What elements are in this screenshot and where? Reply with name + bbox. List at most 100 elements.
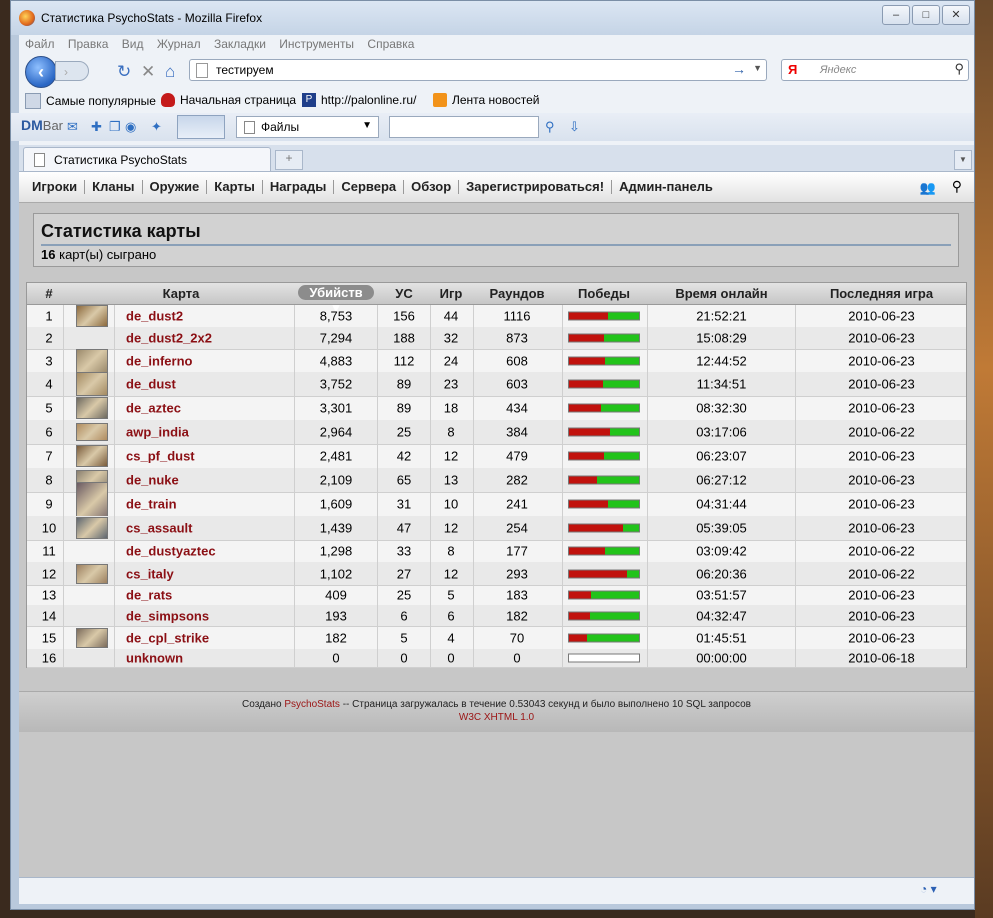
map-link[interactable]: de_cpl_strike bbox=[126, 630, 209, 645]
map-thumbnail[interactable] bbox=[76, 348, 108, 373]
map-link[interactable]: cs_assault bbox=[126, 521, 193, 536]
addon-icon[interactable]: ◔ ▾ bbox=[920, 882, 954, 900]
nav-admin[interactable]: Админ-панель bbox=[612, 180, 720, 194]
menu-bookmarks[interactable]: Закладки bbox=[214, 37, 266, 51]
menu-tools[interactable]: Инструменты bbox=[279, 37, 354, 51]
search-icon[interactable]: ⚲ bbox=[954, 61, 964, 77]
new-tab-button[interactable]: + bbox=[275, 150, 303, 170]
map-thumbnail[interactable] bbox=[76, 445, 108, 467]
search-input[interactable]: Я Яндекс ⚲ bbox=[781, 59, 969, 81]
chat-icon[interactable]: ✉ bbox=[67, 119, 83, 135]
cell-games: 18 bbox=[443, 400, 459, 416]
win-ratio-bar bbox=[568, 499, 640, 509]
map-link[interactable]: de_dustyaztec bbox=[126, 544, 216, 559]
bookmark-popular[interactable]: Самые популярные bbox=[25, 93, 156, 109]
col-games[interactable]: Игр bbox=[431, 286, 471, 301]
col-rank[interactable]: # bbox=[39, 286, 59, 301]
map-link[interactable]: de_rats bbox=[126, 588, 172, 603]
map-link[interactable]: cs_italy bbox=[126, 566, 174, 581]
tab-psychostats[interactable]: Статистика PsychoStats bbox=[23, 147, 271, 171]
magnifier-icon[interactable]: ⚲ bbox=[545, 119, 561, 135]
table-row: 4 3,752 89 23 603 11:34:51 2010-06-23 de_dust bbox=[27, 372, 966, 397]
psychostats-link[interactable]: PsychoStats bbox=[284, 699, 340, 710]
menu-help[interactable]: Справка bbox=[367, 37, 414, 51]
map-thumbnail[interactable] bbox=[76, 563, 108, 584]
map-link[interactable]: awp_india bbox=[126, 425, 189, 440]
add-icon[interactable]: ✚ bbox=[91, 119, 107, 135]
nav-clans[interactable]: Кланы bbox=[85, 180, 143, 194]
nav-servers[interactable]: Сервера bbox=[334, 180, 405, 194]
nav-register[interactable]: Зарегистрироваться! bbox=[459, 180, 613, 194]
forward-button[interactable]: › bbox=[55, 61, 89, 81]
dmbar-input[interactable] bbox=[389, 116, 539, 138]
go-arrow-icon[interactable]: → bbox=[732, 61, 746, 77]
col-online[interactable]: Время онлайн bbox=[648, 286, 795, 301]
map-link[interactable]: unknown bbox=[126, 651, 183, 666]
map-link[interactable]: de_aztec bbox=[126, 401, 181, 416]
cell-kills: 182 bbox=[325, 630, 347, 645]
map-thumbnail[interactable] bbox=[76, 305, 108, 327]
win-ratio-fill bbox=[569, 428, 610, 436]
map-link[interactable]: de_dust2_2x2 bbox=[126, 331, 212, 346]
map-thumbnail[interactable] bbox=[76, 517, 108, 539]
cell-rounds: 603 bbox=[506, 376, 528, 392]
files-dropdown[interactable]: Файлы ▼ bbox=[236, 116, 379, 138]
nav-maps[interactable]: Карты bbox=[207, 180, 263, 194]
win-ratio-bar bbox=[568, 590, 640, 600]
cell-games: 8 bbox=[447, 424, 455, 440]
map-link[interactable]: de_dust bbox=[126, 377, 176, 392]
map-link[interactable]: de_nuke bbox=[126, 473, 179, 488]
cell-rank: 6 bbox=[45, 424, 53, 440]
download-icon[interactable]: ⇩ bbox=[569, 119, 585, 135]
search-icon[interactable]: ⚲ bbox=[952, 178, 962, 195]
map-link[interactable]: de_train bbox=[126, 497, 177, 512]
dmbar-logo[interactable]: DMBar bbox=[21, 117, 63, 133]
w3c-link[interactable]: W3C XHTML 1.0 bbox=[19, 712, 974, 723]
hand-button[interactable] bbox=[177, 115, 225, 139]
tab-strip: Статистика PsychoStats + ▼ bbox=[19, 145, 974, 172]
col-kills-sorted[interactable]: Убийств ▾ bbox=[298, 285, 374, 315]
nav-overview[interactable]: Обзор bbox=[404, 180, 460, 194]
nav-players[interactable]: Игроки bbox=[25, 180, 86, 194]
menu-history[interactable]: Журнал bbox=[157, 37, 201, 51]
map-link[interactable]: de_dust2 bbox=[126, 309, 183, 324]
menu-view[interactable]: Вид bbox=[122, 37, 144, 51]
bookmark-palonline[interactable]: P http://palonline.ru/ bbox=[302, 93, 416, 107]
cell-kills: 7,294 bbox=[319, 330, 353, 346]
col-last-game[interactable]: Последняя игра bbox=[797, 286, 966, 301]
bookmark-start-page[interactable]: Начальная страница bbox=[161, 93, 296, 107]
col-rounds[interactable]: Раундов bbox=[474, 286, 560, 301]
map-thumbnail[interactable] bbox=[76, 423, 108, 441]
col-map[interactable]: Карта bbox=[126, 286, 236, 301]
menu-edit[interactable]: Правка bbox=[68, 37, 109, 51]
maximize-button[interactable]: □ bbox=[912, 5, 940, 25]
map-link[interactable]: de_simpsons bbox=[126, 608, 209, 623]
menu-file[interactable]: Файл bbox=[25, 37, 55, 51]
map-thumbnail[interactable] bbox=[76, 372, 108, 396]
back-button[interactable]: ‹ bbox=[25, 56, 57, 88]
users-icon[interactable]: 👥 bbox=[920, 180, 936, 196]
map-link[interactable]: de_inferno bbox=[126, 353, 192, 368]
map-link[interactable]: cs_pf_dust bbox=[126, 449, 195, 464]
address-bar[interactable]: тестируем → ▼ bbox=[189, 59, 767, 81]
minimize-button[interactable]: – bbox=[882, 5, 910, 25]
map-thumbnail[interactable] bbox=[76, 397, 108, 419]
close-button[interactable]: ✕ bbox=[942, 5, 970, 25]
nav-weapons[interactable]: Оружие bbox=[143, 180, 208, 194]
chevron-down-icon[interactable]: ▼ bbox=[753, 63, 762, 73]
map-thumbnail[interactable] bbox=[76, 627, 108, 648]
bookmark-news-feed[interactable]: Лента новостей bbox=[433, 93, 540, 107]
nav-awards[interactable]: Награды bbox=[263, 180, 335, 194]
plugin-icon[interactable]: ✦ bbox=[151, 119, 167, 135]
windows-icon[interactable]: ❐ bbox=[109, 119, 125, 135]
chevron-down-icon[interactable]: ▼ bbox=[954, 150, 972, 170]
globe-icon[interactable]: ◉ bbox=[125, 119, 141, 135]
stop-icon[interactable]: ✕ bbox=[141, 62, 155, 82]
yandex-icon[interactable]: Я bbox=[788, 62, 797, 77]
col-hs[interactable]: УС bbox=[379, 286, 429, 301]
column-divider bbox=[63, 305, 64, 667]
col-wins[interactable]: Победы bbox=[562, 286, 646, 301]
home-icon[interactable]: ⌂ bbox=[165, 62, 175, 82]
win-ratio-bar bbox=[568, 356, 640, 365]
reload-icon[interactable]: ↻ bbox=[117, 62, 131, 82]
